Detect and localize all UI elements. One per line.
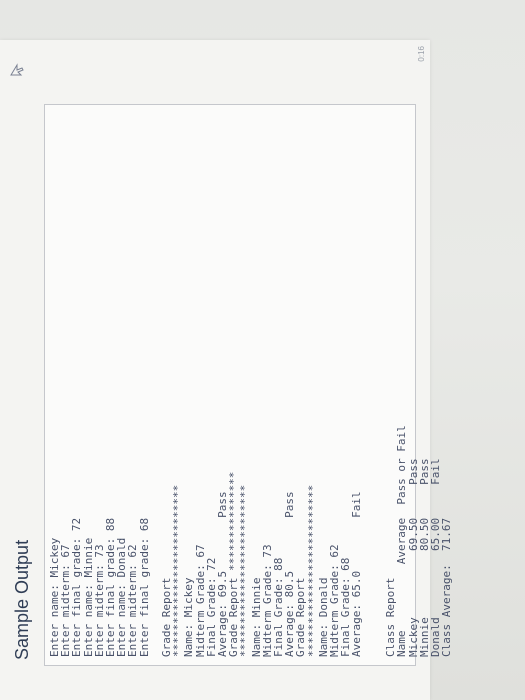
- page-number: 0:16: [417, 46, 426, 62]
- program-output: Enter name: Mickey Enter midterm: 67 Ent…: [48, 117, 464, 657]
- output-line: Average: 65.0 Fail: [350, 491, 364, 657]
- pointer-cursor-icon: [10, 62, 24, 76]
- output-line: Enter final grade: 68: [137, 517, 151, 657]
- output-box: Enter name: Mickey Enter midterm: 67 Ent…: [44, 104, 453, 666]
- document-page: Sample Output Enter name: Mickey Enter m…: [0, 40, 453, 700]
- sample-output-heading: Sample Output: [12, 539, 32, 660]
- output-line: Class Average: 71.67: [440, 517, 454, 657]
